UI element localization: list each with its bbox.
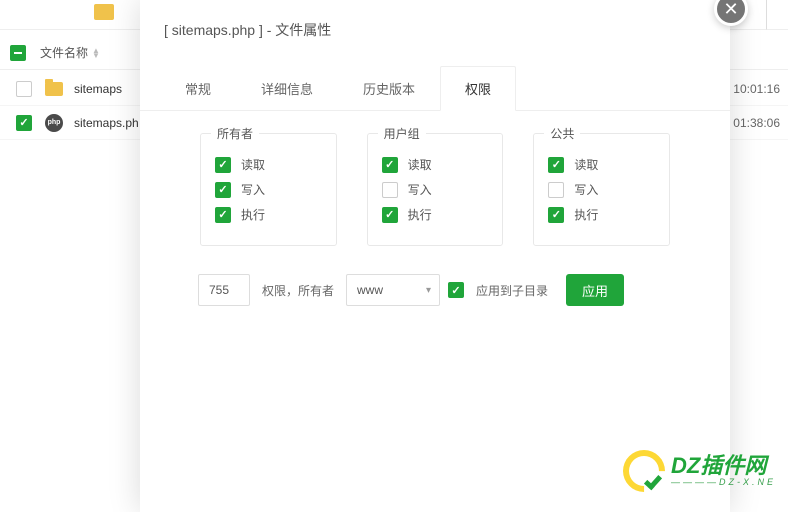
write-label: 写入 bbox=[241, 181, 265, 198]
group-legend: 用户组 bbox=[378, 125, 426, 142]
exec-label: 执行 bbox=[241, 206, 265, 223]
owner-read-checkbox[interactable] bbox=[215, 157, 231, 173]
tab-permissions[interactable]: 权限 bbox=[440, 66, 516, 111]
write-label: 写入 bbox=[408, 181, 432, 198]
write-label: 写入 bbox=[574, 181, 598, 198]
owner-select[interactable]: www ▾ bbox=[346, 274, 440, 306]
file-time: 6 01:38:06 bbox=[723, 116, 780, 130]
chevron-down-icon: ▾ bbox=[426, 285, 431, 296]
group-exec-checkbox[interactable] bbox=[382, 207, 398, 223]
dialog-title: [ sitemaps.php ] - 文件属性 bbox=[140, 0, 730, 58]
watermark-subtext: ————DZ-X.NE bbox=[671, 478, 776, 488]
public-read-checkbox[interactable] bbox=[548, 157, 564, 173]
tab-general[interactable]: 常规 bbox=[160, 66, 236, 111]
owner-exec-checkbox[interactable] bbox=[215, 207, 231, 223]
public-exec-checkbox[interactable] bbox=[548, 207, 564, 223]
toolbar-folder-icon bbox=[94, 4, 114, 20]
apply-subdir-label: 应用到子目录 bbox=[476, 282, 548, 299]
mode-input[interactable] bbox=[198, 274, 250, 306]
owner-write-checkbox[interactable] bbox=[215, 182, 231, 198]
apply-button[interactable]: 应用 bbox=[566, 274, 624, 306]
watermark-logo-icon bbox=[623, 450, 665, 492]
group-read-checkbox[interactable] bbox=[382, 157, 398, 173]
public-write-checkbox[interactable] bbox=[548, 182, 564, 198]
read-label: 读取 bbox=[574, 156, 598, 173]
dialog-tabs: 常规 详细信息 历史版本 权限 bbox=[140, 66, 730, 111]
file-time: 0 10:01:16 bbox=[723, 82, 780, 96]
exec-label: 执行 bbox=[574, 206, 598, 223]
bg-divider bbox=[766, 0, 788, 30]
read-label: 读取 bbox=[408, 156, 432, 173]
col-filename[interactable]: 文件名称 bbox=[40, 44, 88, 61]
row-checkbox[interactable] bbox=[16, 115, 32, 131]
file-name: sitemaps.ph bbox=[74, 116, 139, 130]
group-legend: 所有者 bbox=[211, 125, 259, 142]
folder-icon bbox=[44, 79, 64, 99]
perm-group-owner: 所有者 读取 写入 执行 bbox=[200, 133, 337, 246]
row-checkbox[interactable] bbox=[16, 81, 32, 97]
php-icon: php bbox=[44, 113, 64, 133]
read-label: 读取 bbox=[241, 156, 265, 173]
tab-history[interactable]: 历史版本 bbox=[338, 66, 440, 111]
apply-subdir-checkbox[interactable] bbox=[448, 282, 464, 298]
owner-label: 权限，所有者 bbox=[262, 282, 334, 299]
perm-group-public: 公共 读取 写入 执行 bbox=[533, 133, 670, 246]
file-name: sitemaps bbox=[74, 82, 122, 96]
tab-details[interactable]: 详细信息 bbox=[236, 66, 338, 111]
perm-group-group: 用户组 读取 写入 执行 bbox=[367, 133, 504, 246]
group-legend: 公共 bbox=[544, 125, 580, 142]
sort-icon[interactable]: ▲▼ bbox=[92, 48, 100, 58]
group-write-checkbox[interactable] bbox=[382, 182, 398, 198]
owner-value: www bbox=[357, 283, 383, 297]
watermark-text: DZ插件网 bbox=[671, 454, 776, 478]
exec-label: 执行 bbox=[408, 206, 432, 223]
file-properties-dialog: ✕ [ sitemaps.php ] - 文件属性 常规 详细信息 历史版本 权… bbox=[140, 0, 730, 512]
select-all-checkbox[interactable] bbox=[10, 45, 26, 61]
watermark: DZ插件网 ————DZ-X.NE bbox=[623, 450, 776, 492]
